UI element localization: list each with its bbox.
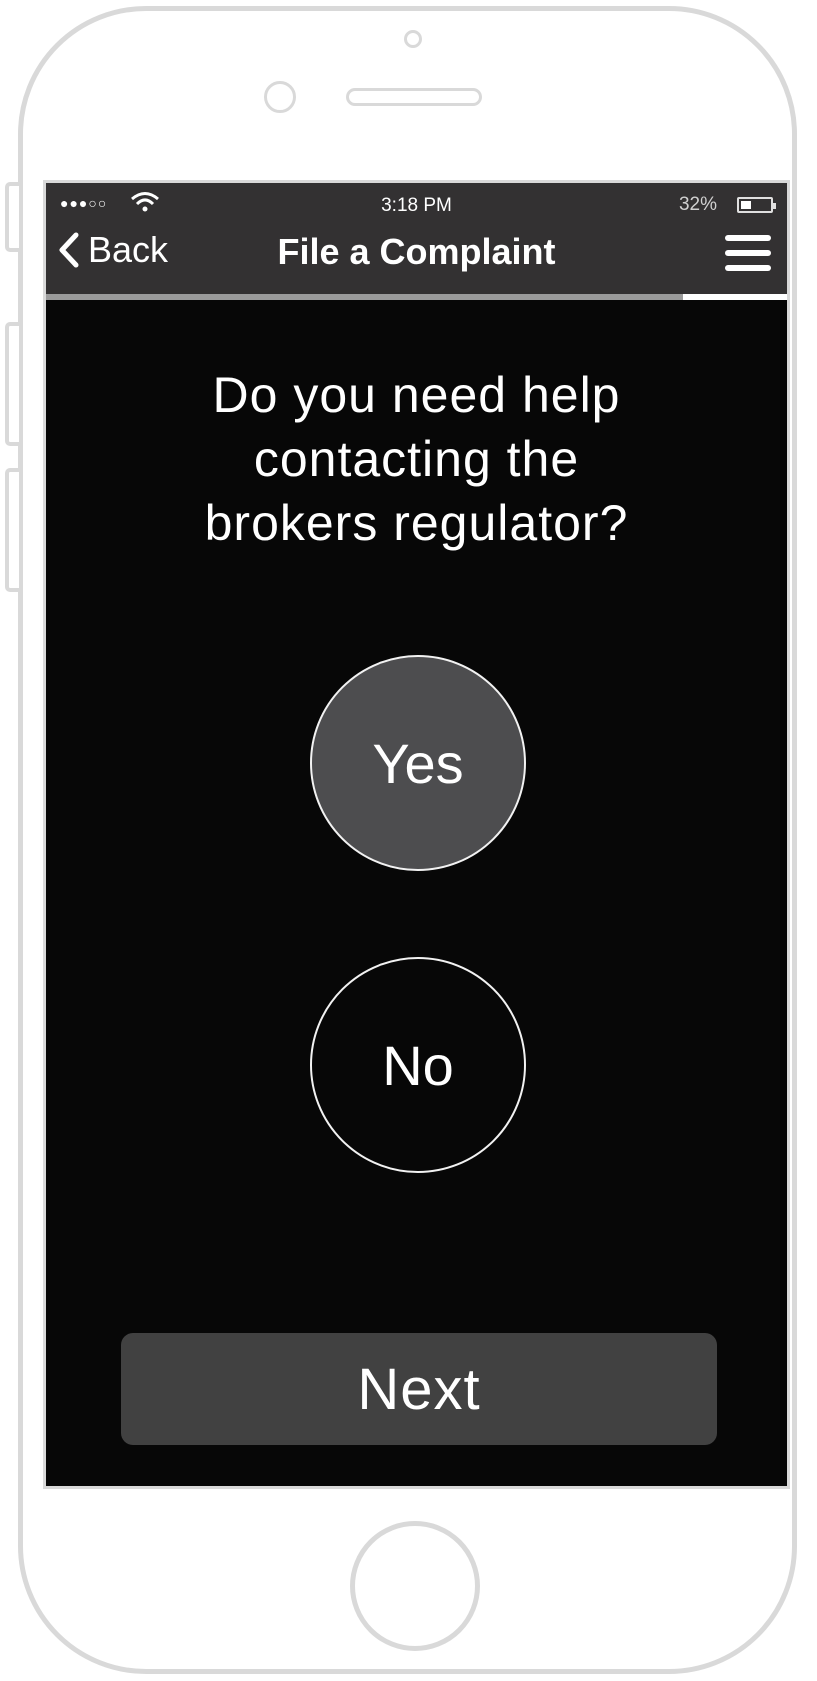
no-label: No (382, 1033, 454, 1097)
no-option-button[interactable]: No (310, 957, 526, 1173)
question-line-1: Do you need help (212, 367, 621, 423)
progress-bar (46, 294, 787, 300)
home-button[interactable] (350, 1521, 480, 1651)
page-title: File a Complaint (277, 231, 556, 272)
volume-up-button (5, 322, 19, 446)
mute-switch (5, 182, 19, 252)
navigation-bar: ●●●○○ 3:18 PM 32% Back File a Complaint (46, 183, 787, 300)
question-line-3: brokers regulator? (204, 495, 629, 551)
yes-option-button[interactable]: Yes (310, 655, 526, 871)
front-camera (264, 81, 296, 113)
question-line-2: contacting the (253, 431, 580, 487)
battery-icon (737, 197, 776, 213)
hamburger-icon[interactable] (725, 235, 771, 271)
volume-down-button (5, 468, 19, 592)
app-screen: ●●●○○ 3:18 PM 32% Back File a Complaint (43, 180, 790, 1489)
question-text: Do you need help contacting the brokers … (46, 363, 787, 555)
yes-label: Yes (372, 731, 464, 795)
status-bar: ●●●○○ 3:18 PM 32% (46, 183, 787, 223)
next-button[interactable]: Next (121, 1333, 717, 1445)
earpiece-speaker (346, 88, 482, 106)
proximity-sensor (404, 30, 422, 48)
battery-percent: 32% (678, 194, 717, 215)
status-time: 3:18 PM (381, 195, 452, 216)
next-label: Next (357, 1356, 481, 1422)
progress-remaining (683, 294, 787, 300)
